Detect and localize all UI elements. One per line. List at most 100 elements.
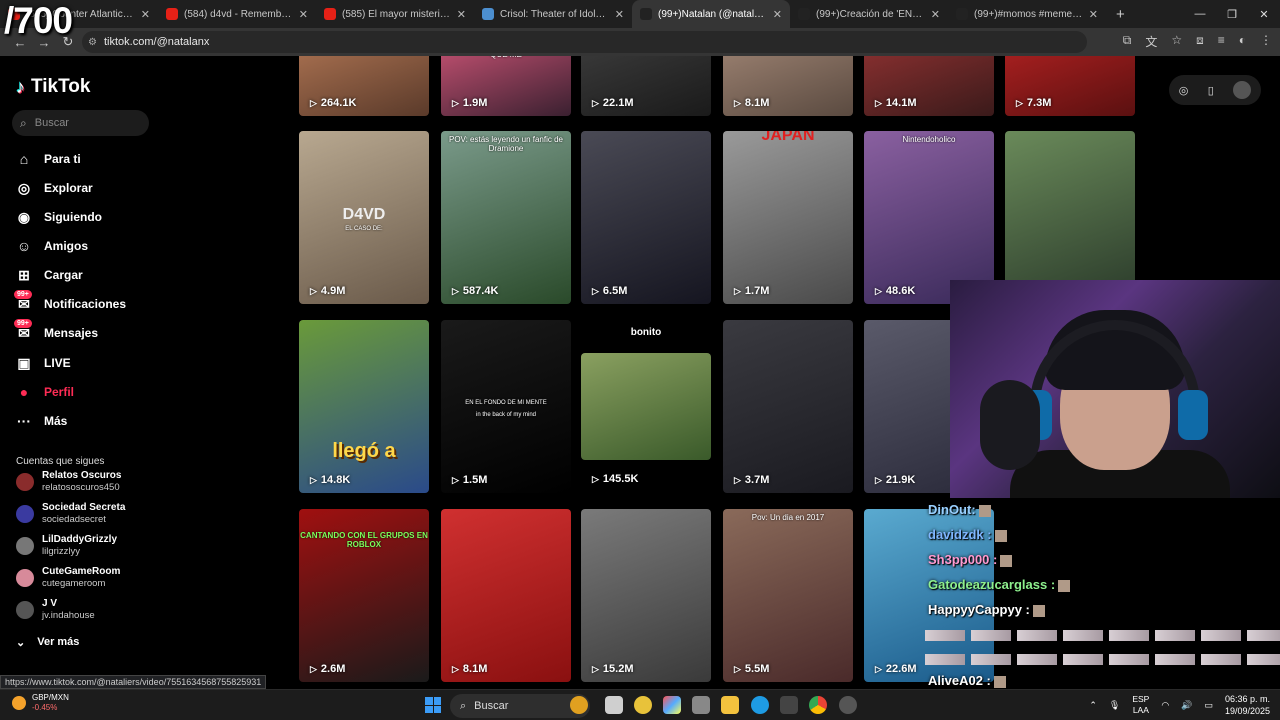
video-thumbnail[interactable]: ▷ 6.5M (581, 131, 711, 304)
tab-close-icon[interactable]: ✕ (141, 8, 150, 21)
video-thumbnail[interactable]: D4VD EL CASO DE: ▷ 4.9M (299, 131, 429, 304)
following-account[interactable]: Sociedad Secreta sociedadsecret (16, 500, 216, 528)
taskbar-search[interactable]: ⌕ Buscar (450, 694, 590, 718)
following-account[interactable]: LilDaddyGrizzly lilgrizzlyy (16, 532, 216, 560)
video-thumbnail[interactable]: ▷ 8.1M (441, 509, 571, 682)
view-count: ▷ 4.9M (310, 285, 345, 297)
chrome-canary-icon[interactable] (634, 696, 652, 714)
video-thumbnail[interactable]: ▷ 8.1M (723, 56, 853, 116)
video-thumbnail[interactable]: JAPAN ▷ 1.7M (723, 131, 853, 304)
file-explorer-icon[interactable] (721, 696, 739, 714)
following-account[interactable]: J Vjv.indahouse (16, 596, 216, 624)
sidebar-item-más[interactable]: ··· Más (16, 410, 67, 432)
sidebar-item-amigos[interactable]: ☺ Amigos (16, 235, 88, 257)
obs-icon[interactable] (839, 696, 857, 714)
bookmark-star-icon[interactable]: ☆ (1171, 33, 1182, 50)
video-thumbnail[interactable]: ▷ 264.1K (299, 56, 429, 116)
bing-icon[interactable] (570, 696, 588, 714)
browser-tab[interactable]: (99+)Natalan (@natalanx) | TikT ✕ (632, 0, 790, 28)
browser-tab[interactable]: (584) d4vd - Remember Me (fro ✕ (158, 0, 316, 28)
translate-icon[interactable]: 文 (1145, 33, 1157, 50)
install-icon[interactable]: ⧉ (1123, 33, 1132, 50)
video-thumbnail[interactable]: ▷ 7.3M (1005, 56, 1135, 116)
device-icon[interactable]: ▯ (1208, 84, 1214, 97)
close-window-button[interactable]: ✕ (1248, 0, 1280, 28)
chat-emote (978, 504, 991, 517)
maximize-button[interactable]: ❐ (1216, 0, 1248, 28)
view-count-value: 1.9M (462, 97, 488, 109)
account-name: CuteGameRoom (42, 566, 121, 577)
video-thumbnail[interactable]: EN EL FONDO DE MI MENTE in the back of my… (441, 320, 571, 493)
video-thumbnail[interactable]: llegó a ▷ 14.8K (299, 320, 429, 493)
video-thumbnail[interactable]: POV: estás leyendo un fanfic de Dramione… (441, 131, 571, 304)
chevron-up-icon[interactable]: ⌃ (1089, 700, 1097, 711)
chrome-icon[interactable] (809, 696, 827, 714)
video-thumbnail[interactable]: Nintendoholico ▷ 48.6K (864, 131, 994, 304)
video-thumbnail[interactable]: ▷ 22.1M (581, 56, 711, 116)
tab-close-icon[interactable]: ✕ (1089, 8, 1098, 21)
url-field[interactable]: ⚙ tiktok.com/@natalanx (82, 31, 1087, 53)
minimize-button[interactable]: — (1184, 0, 1216, 28)
tab-close-icon[interactable]: ✕ (457, 8, 466, 21)
clock[interactable]: 06:36 p. m. 19/09/2025 (1225, 693, 1270, 717)
sidebar-item-cargar[interactable]: ⊞ Cargar (16, 264, 83, 286)
tab-close-icon[interactable]: ✕ (299, 8, 308, 21)
user-avatar[interactable] (1233, 81, 1252, 99)
browser-tab[interactable]: (99+)#momos #memes #💀 # ✕ (948, 0, 1106, 28)
copilot-icon[interactable] (663, 696, 681, 714)
sidebar-item-live[interactable]: ▣ LIVE (16, 352, 70, 374)
video-thumbnail[interactable]: CANTANDO CON EL GRUPOS EN ROBLOX ▷ 2.6M (299, 509, 429, 682)
tiktok-logo[interactable]: ♪ TikTok (16, 76, 90, 98)
xbox-icon[interactable] (780, 696, 798, 714)
tab-close-icon[interactable]: ✕ (931, 8, 940, 21)
task-view-icon[interactable] (605, 696, 623, 714)
avatar (16, 569, 34, 587)
coin-icon[interactable]: ◎ (1179, 84, 1189, 97)
tab-title: (99+)Natalan (@natalanx) | TikT (658, 8, 767, 20)
windows-start-icon[interactable] (425, 697, 441, 713)
view-count: ▷ 2.6M (310, 663, 345, 675)
tab-close-icon[interactable]: ✕ (773, 8, 782, 21)
sidebar-item-explorar[interactable]: ◎ Explorar (16, 177, 93, 199)
sidebar-item-siguiendo[interactable]: ◉ Siguiendo (16, 206, 102, 228)
chat-emote (1201, 630, 1241, 641)
sidebar-item-icon: ··· (17, 413, 31, 429)
stock-widget[interactable]: GBP/MXN -0.45% (12, 693, 69, 713)
menu-kebab-icon[interactable]: ⋮ (1260, 33, 1272, 50)
browser-tab[interactable]: (99+)Creación de 'EN EL AIRE V ✕ (790, 0, 948, 28)
see-more-button[interactable]: ⌄ Ver más (16, 636, 79, 649)
store-icon[interactable] (692, 696, 710, 714)
play-icon: ▷ (452, 474, 459, 485)
edge-icon[interactable] (751, 696, 769, 714)
new-tab-button[interactable]: + (1106, 6, 1135, 23)
sidebar-item-para-ti[interactable]: ⌂ Para ti (16, 148, 81, 170)
volume-icon[interactable]: 🔊 (1181, 700, 1192, 711)
video-thumbnail[interactable]: bonito ▷ 145.5K (581, 327, 711, 485)
video-thumbnail[interactable]: ▷ 3.7M (723, 320, 853, 493)
wifi-icon[interactable]: ◠ (1161, 700, 1169, 711)
language-indicator[interactable]: ESP LAA (1132, 694, 1149, 716)
tab-close-icon[interactable]: ✕ (615, 8, 624, 21)
browser-tab[interactable]: (585) El mayor misterio de Inte ✕ (316, 0, 474, 28)
following-account[interactable]: Relatos Oscuros relatososcuros450 (16, 468, 216, 496)
browser-tab[interactable]: Crisol: Theater of Idols en Stean ✕ (474, 0, 632, 28)
extensions-icon[interactable]: ⧈ (1196, 33, 1204, 50)
video-thumbnail[interactable]: Pov: Un dia en 2017 ▷ 5.5M (723, 509, 853, 682)
sidebar-item-perfil[interactable]: ● Perfil (16, 381, 74, 403)
sidebar-item-notificaciones[interactable]: ✉ 99+ Notificaciones (14, 289, 126, 315)
play-icon: ▷ (592, 285, 599, 296)
video-caption: JAPAN (761, 131, 815, 144)
video-thumbnail[interactable]: QUE ME ▷1.9M (441, 56, 571, 116)
media-icon[interactable]: ≡ (1218, 33, 1225, 50)
video-thumbnail[interactable]: ▷ 15.2M (581, 509, 711, 682)
video-thumbnail[interactable]: ▷ 14.1M (864, 56, 994, 116)
battery-icon[interactable]: ▭ (1204, 700, 1213, 711)
search-input[interactable]: ⌕ Buscar (12, 110, 149, 136)
sidebar-item-mensajes[interactable]: ✉ 99+ Mensajes (14, 318, 98, 344)
profile-icon[interactable]: ◐ (1239, 33, 1246, 50)
following-account[interactable]: CuteGameRoom cutegameroom (16, 564, 216, 592)
mic-icon[interactable]: 🎙 (1109, 700, 1120, 711)
headset-right-cup (1178, 390, 1208, 440)
view-count: ▷ 48.6K (875, 285, 915, 297)
video-thumbnail[interactable] (1005, 131, 1135, 304)
